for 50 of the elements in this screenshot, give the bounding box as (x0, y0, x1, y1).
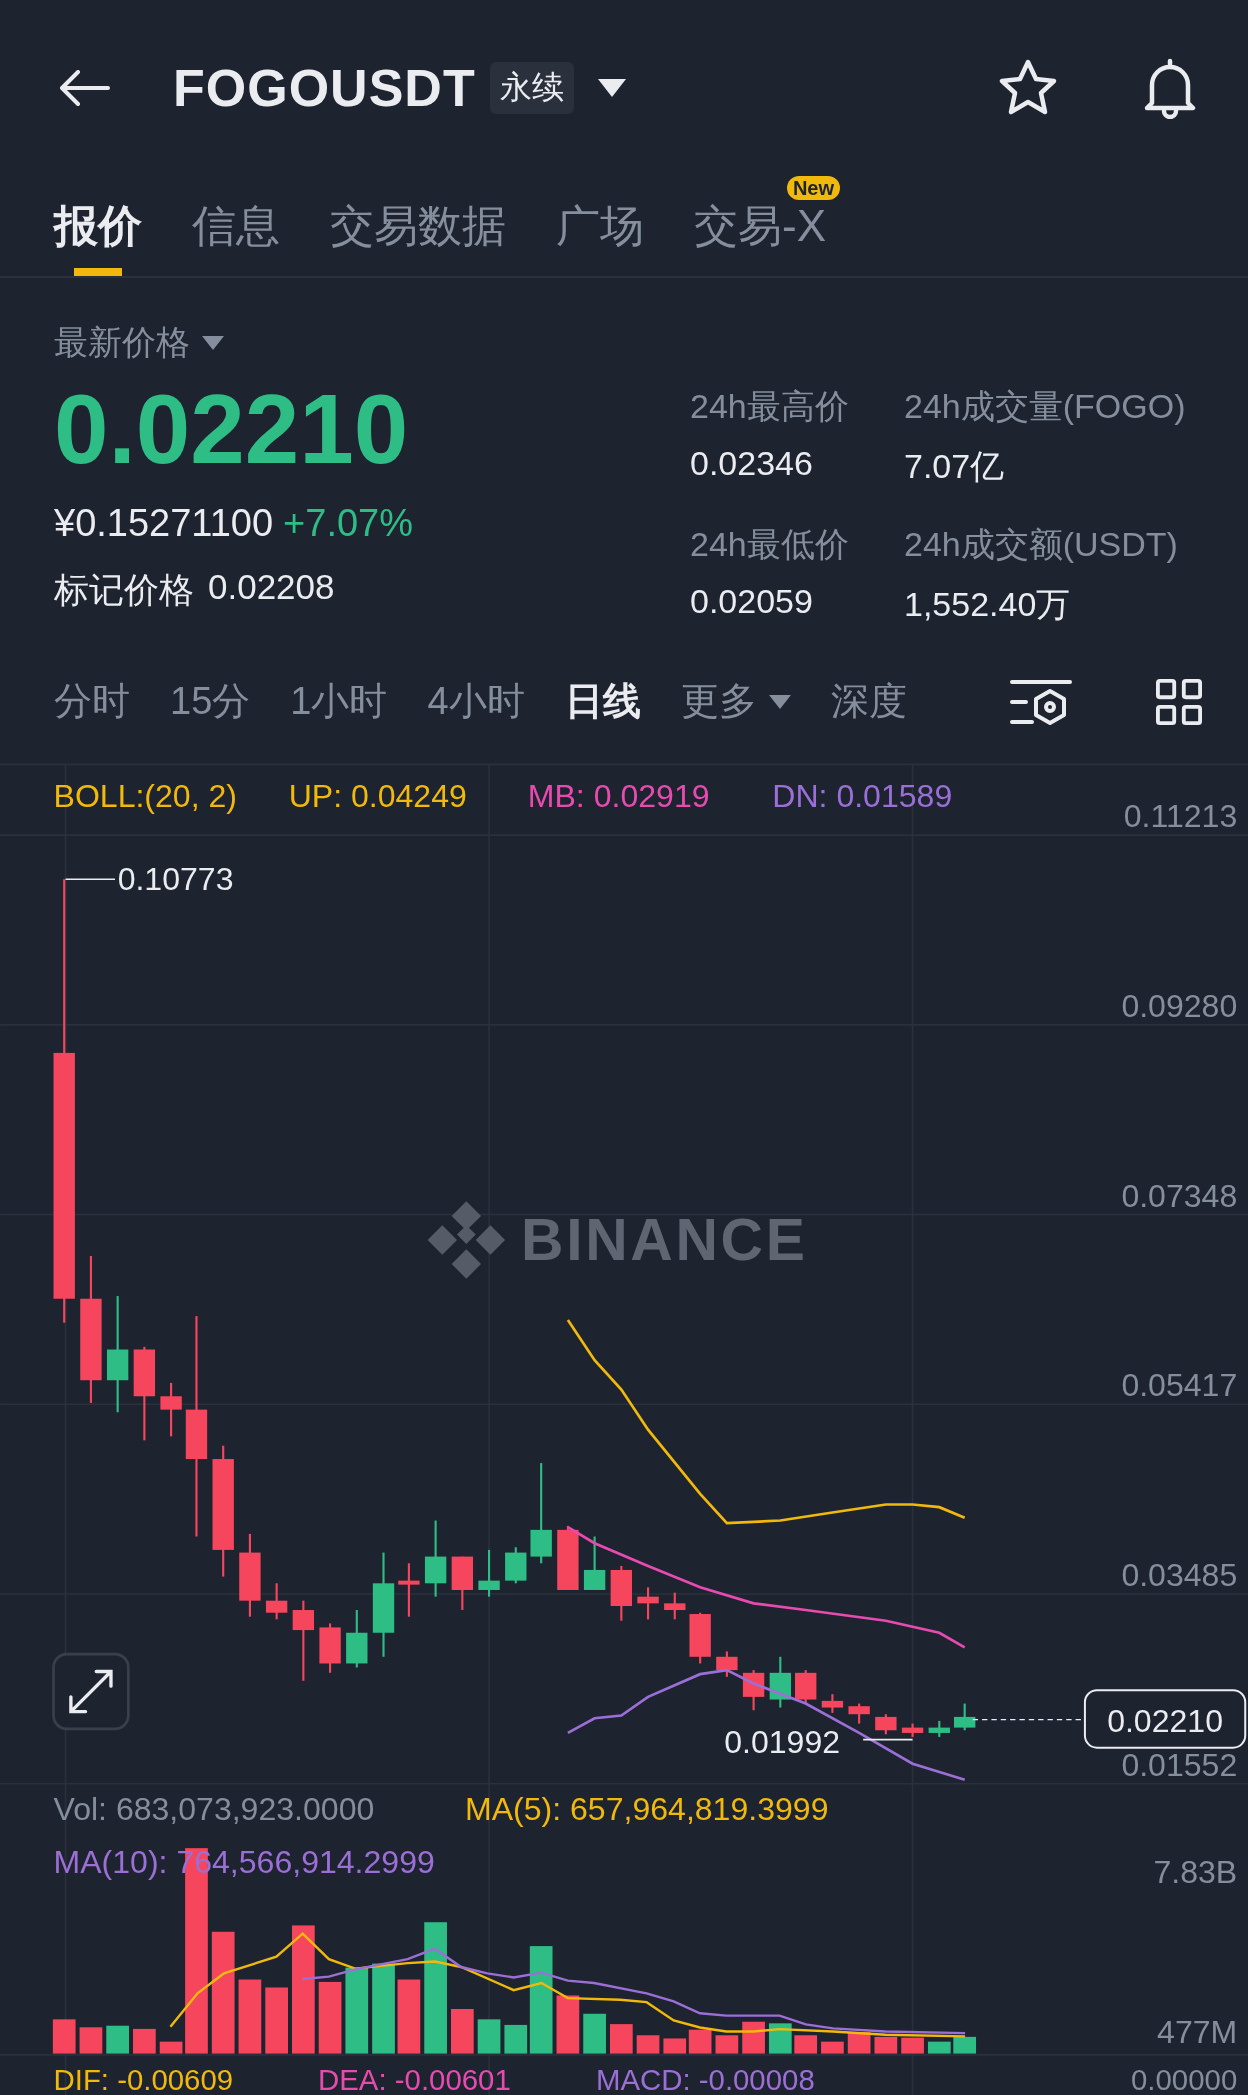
indicator-value: DN: 0.01589 (772, 778, 953, 815)
interval-tab[interactable]: 深度 (830, 676, 907, 727)
volume-indicator: Vol: 683,073,923.0000 (53, 1790, 375, 1827)
high-price-label: 0.10773 (117, 860, 234, 897)
axis-label: 0.03485 (1121, 1557, 1238, 1593)
stat-label: 24h最高价 (690, 386, 850, 427)
interval-tab[interactable]: 1小时 (290, 676, 388, 727)
stat-label: 24h成交额(USDT) (904, 524, 1179, 565)
indicator-value: BOLL:(20, 2) (53, 778, 237, 815)
tab[interactable]: 信息 (192, 176, 280, 276)
symbol-title: FOGOUSDT (173, 58, 476, 118)
new-badge: New (786, 176, 840, 200)
axis-label: 0.01552 (1121, 1746, 1238, 1783)
price-change: +7.07% (283, 502, 414, 545)
tab[interactable]: 广场 (556, 176, 644, 276)
macd-indicator: MACD: -0.00008 (595, 2062, 815, 2095)
cny-price: ¥0.15271100 (54, 502, 274, 545)
watermark-text: BINANCE (521, 1207, 808, 1272)
stat-label: 24h最低价 (690, 524, 850, 565)
stat-value: 0.02059 (690, 582, 814, 621)
axis-label: 0.00000 (1131, 2062, 1238, 2095)
interval-tab[interactable]: 4小时 (427, 676, 525, 727)
volume-indicator: MA(5): 657,964,819.3999 (465, 1790, 829, 1827)
axis-label: 0.09280 (1121, 987, 1238, 1024)
last-price: 0.02210 (54, 374, 410, 484)
axis-label: 0.11213 (1123, 798, 1238, 835)
current-price-tag: 0.02210 (1083, 1689, 1247, 1749)
macd-indicator: DIF: -0.00609 (53, 2062, 234, 2095)
axis-label: 0.05417 (1121, 1367, 1238, 1404)
mark-price-value: 0.02208 (208, 567, 335, 608)
indicator-value: MB: 0.02919 (527, 778, 710, 815)
contract-badge: 永续 (489, 62, 574, 114)
axis-label: 7.83B (1153, 1853, 1238, 1890)
stat-label: 24h成交量(FOGO) (904, 386, 1186, 427)
axis-label: 477M (1157, 2013, 1238, 2050)
tab[interactable]: 交易数据 (330, 176, 506, 276)
stat-value: 7.07亿 (904, 446, 1006, 487)
price-type-label[interactable]: 最新价格 (54, 320, 190, 366)
interval-tab[interactable]: 分时 (54, 676, 130, 727)
mark-price-label: 标记价格 (54, 569, 194, 611)
more-dropdown[interactable]: 更多 (680, 676, 791, 727)
stat-value: 0.02346 (690, 444, 814, 483)
interval-tab[interactable]: 15分 (170, 676, 251, 727)
tab[interactable]: 报价 (54, 176, 142, 276)
interval-tab[interactable]: 日线 (564, 676, 641, 727)
stat-value: 1,552.40万 (904, 584, 1072, 625)
indicator-value: UP: 0.04249 (288, 778, 467, 815)
macd-indicator: DEA: -0.00601 (318, 2062, 511, 2095)
low-price-label: 0.01992 (724, 1724, 841, 1760)
axis-label: 0.07348 (1121, 1177, 1238, 1214)
